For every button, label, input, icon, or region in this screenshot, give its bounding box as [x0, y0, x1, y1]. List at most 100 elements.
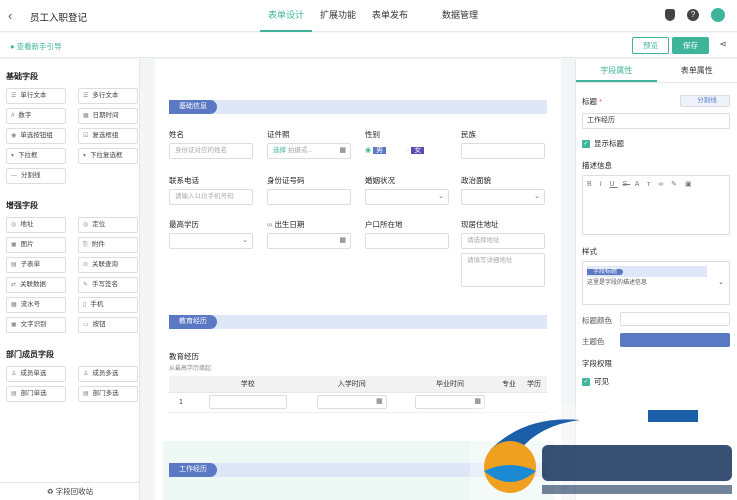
tab-form-publish[interactable]: 表单发布: [364, 0, 416, 32]
palette-field[interactable]: ♙ 成员多选: [78, 366, 138, 382]
phone-input[interactable]: 请输入11位手机号码: [169, 189, 253, 205]
ethnic-input[interactable]: [461, 143, 545, 159]
enroll-date-input[interactable]: ▦: [316, 395, 387, 409]
palette-field[interactable]: ▤ 子表单: [6, 257, 66, 273]
palette-field[interactable]: ☑ 复选框组: [78, 128, 138, 144]
link-icon[interactable]: ∞: [658, 181, 666, 188]
enroll-cell[interactable]: ▦: [302, 392, 401, 413]
address-select[interactable]: 请选择地址: [461, 233, 545, 249]
gender-female-radio[interactable]: ○ 女: [405, 145, 425, 155]
desc-editor[interactable]: B I U S A ᴛ ∞ ✎ ▣: [582, 175, 730, 235]
gender-male-radio[interactable]: ◉ 男: [365, 145, 387, 155]
font-color-icon[interactable]: A: [635, 181, 642, 188]
palette-field[interactable]: ▦ 流水号: [6, 297, 66, 313]
field-icon: ▦: [11, 302, 17, 308]
field-label: 日期时间: [92, 112, 119, 119]
title-color-picker[interactable]: [620, 312, 730, 326]
visible-checkbox[interactable]: ✓ 可见: [582, 376, 609, 387]
field-icon: ◎: [11, 222, 17, 228]
theme-color-picker[interactable]: [620, 333, 730, 347]
id-photo-select[interactable]: 选择: [273, 147, 286, 154]
brush-icon[interactable]: ✎: [671, 181, 680, 188]
italic-icon[interactable]: I: [600, 181, 605, 188]
strike-icon[interactable]: S: [623, 181, 631, 188]
field-label: 手机: [90, 301, 104, 308]
font-size-icon[interactable]: ᴛ: [647, 181, 653, 188]
political-label: 政治面貌: [461, 176, 491, 185]
field-icon: ✎: [83, 282, 89, 288]
id-photo-input[interactable]: 选择 拍摄或... ▦: [267, 143, 351, 159]
tab-extensions[interactable]: 扩展功能: [312, 0, 364, 32]
marital-select[interactable]: ⌄: [365, 189, 449, 205]
divider-type-button[interactable]: 分割线: [680, 95, 730, 107]
help-icon[interactable]: ?: [687, 9, 699, 21]
palette-field[interactable]: ◎ 地址: [6, 217, 66, 233]
phone-label: 联系电话: [169, 176, 199, 185]
political-select[interactable]: ⌄: [461, 189, 545, 205]
field-icon: ▾: [11, 153, 15, 159]
palette-field[interactable]: ☰ 多行文本: [78, 88, 138, 104]
edu-exp-label: 教育经历: [169, 352, 199, 361]
field-label: 成员单选: [20, 370, 47, 377]
birth-date-input[interactable]: ▦: [267, 233, 351, 249]
palette-field[interactable]: — 分割线: [6, 168, 66, 184]
recycle-bin-button[interactable]: ♻ 字段回收站: [0, 482, 140, 500]
back-icon[interactable]: ‹: [8, 8, 12, 23]
guide-link[interactable]: ● 查看新手引导: [10, 41, 62, 52]
hukou-label: 户口所在地: [365, 220, 403, 229]
palette-field[interactable]: # 数字: [6, 108, 66, 124]
palette-field[interactable]: ▤ 部门单选: [6, 386, 66, 402]
underline-icon[interactable]: U: [610, 181, 618, 188]
bell-icon[interactable]: [665, 9, 675, 21]
female-label: 女: [411, 147, 425, 154]
address-detail-input[interactable]: 请填写详细地址: [461, 253, 545, 287]
main-tabs: 表单设计 扩展功能 表单发布 数据管理: [260, 0, 486, 32]
logo-badge: [648, 410, 698, 422]
bold-icon[interactable]: B: [587, 181, 595, 188]
hukou-input[interactable]: [365, 233, 449, 249]
preview-button[interactable]: 预览: [632, 37, 669, 54]
school-input[interactable]: [208, 395, 287, 409]
image-icon[interactable]: ▣: [685, 181, 695, 188]
education-select[interactable]: ⌄: [169, 233, 253, 249]
palette-field[interactable]: ⊙ 关联查询: [78, 257, 138, 273]
qrcode-icon[interactable]: ▦: [339, 144, 346, 158]
palette-field[interactable]: ✎ 手写签名: [78, 277, 138, 293]
school-cell[interactable]: [193, 392, 303, 413]
tab-data-management[interactable]: 数据管理: [434, 0, 486, 32]
palette-field[interactable]: ▭ 按钮: [78, 317, 138, 333]
idno-input[interactable]: [267, 189, 351, 205]
top-bar: ‹ 员工入职登记 表单设计 扩展功能 表单发布 数据管理 ?: [0, 0, 737, 32]
palette-field[interactable]: ◎ 定位: [78, 217, 138, 233]
name-input[interactable]: 身份证对应的姓名: [169, 143, 253, 159]
palette-field[interactable]: ⇄ 关联数据: [6, 277, 66, 293]
palette-field[interactable]: ▣ 图片: [6, 237, 66, 253]
palette-field[interactable]: ▾ 下拉复选框: [78, 148, 138, 164]
palette-field[interactable]: ▯ 手机: [78, 297, 138, 313]
show-title-checkbox[interactable]: ✓ 显示标题: [582, 138, 624, 149]
palette-field[interactable]: ♙ 成员单选: [6, 366, 66, 382]
palette-field[interactable]: ⎘ 附件: [78, 237, 138, 253]
field-label: 数字: [18, 112, 32, 119]
field-label: 下拉框: [18, 152, 38, 159]
avatar[interactable]: [711, 8, 725, 22]
palette-field[interactable]: ◉ 单选按钮组: [6, 128, 66, 144]
title-input[interactable]: 工作经历: [582, 113, 730, 129]
tab-form-design[interactable]: 表单设计: [260, 0, 313, 32]
palette-field[interactable]: ▾ 下拉框: [6, 148, 66, 164]
palette-field[interactable]: ▣ 文字识别: [6, 317, 66, 333]
section-basic-info[interactable]: 基础信息: [169, 100, 547, 114]
tab-form-props[interactable]: 表单属性: [657, 59, 737, 82]
tab-field-props[interactable]: 字段属性: [576, 59, 657, 82]
palette-field[interactable]: ▦ 日期时间: [78, 108, 138, 124]
palette-field[interactable]: ☰ 单行文本: [6, 88, 66, 104]
save-button[interactable]: 保存: [672, 37, 709, 54]
section-education[interactable]: 教育经历: [169, 315, 547, 329]
share-icon[interactable]: ⋖: [719, 39, 727, 50]
field-label: 按钮: [92, 321, 106, 328]
guide-bar: ● 查看新手引导 预览 保存 ⋖: [0, 33, 737, 58]
field-icon: #: [11, 113, 15, 119]
style-select[interactable]: 字段标题 这里是字段的描述信息 ⌄: [582, 261, 730, 305]
palette-field[interactable]: ▤ 部门多选: [78, 386, 138, 402]
education-label: 最高学历: [169, 220, 199, 229]
